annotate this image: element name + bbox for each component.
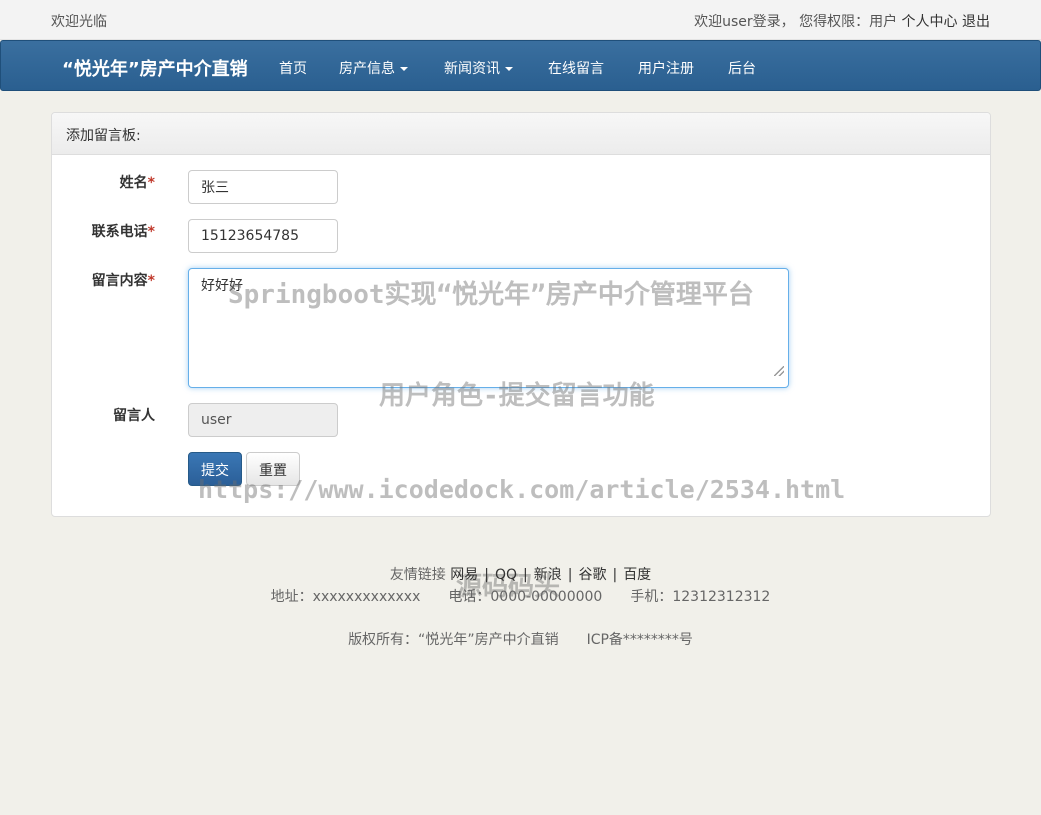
welcome-text: 欢迎光临 (51, 14, 107, 30)
footer-contact: 地址：xxxxxxxxxxxxx 电话：0000-00000000 手机：12312… (0, 586, 1041, 606)
footer-phone: 电话：0000-00000000 (448, 589, 603, 605)
site-brand[interactable]: “悦光年”房产中介直销 (62, 55, 248, 81)
author-field (188, 403, 338, 437)
nav-item-news-label: 新闻资讯 (444, 61, 500, 77)
login-info-text: 欢迎user登录， 您得权限：用户 (694, 14, 898, 30)
nav-item-home[interactable]: 首页 (279, 58, 307, 78)
panel-title: 添加留言板: (52, 113, 990, 155)
author-label: 留言人 (113, 408, 155, 424)
footer-link-google[interactable]: 谷歌 (578, 567, 606, 583)
footer-icp: ICP备********号 (586, 632, 693, 648)
nav-item-property[interactable]: 房产信息 (339, 58, 408, 78)
content-textarea[interactable]: 好好好 (188, 268, 789, 388)
footer-link-sina[interactable]: 新浪 (534, 567, 562, 583)
footer-links-label: 友情链接 (389, 567, 446, 583)
message-form-panel: 添加留言板: 姓名* 联系电话* 留言内容* 好好好 留言人 提交 重置 (51, 112, 991, 517)
main-navbar: “悦光年”房产中介直销 首页 房产信息 新闻资讯 在线留言 用户注册 后台 (0, 40, 1041, 91)
nav-item-admin[interactable]: 后台 (728, 58, 756, 78)
chevron-down-icon (505, 67, 513, 71)
footer-mobile: 手机：12312312312 (630, 589, 771, 605)
reset-button[interactable]: 重置 (246, 452, 300, 486)
name-label: 姓名* (119, 175, 155, 191)
submit-button[interactable]: 提交 (188, 452, 242, 486)
footer-copyright: 版权所有：“悦光年”房产中介直销 ICP备********号 (0, 629, 1041, 649)
top-bar: 欢迎光临 欢迎user登录， 您得权限：用户 个人中心 退出 (0, 0, 1041, 40)
footer-link-qq[interactable]: QQ (495, 567, 517, 583)
chevron-down-icon (400, 67, 408, 71)
user-info: 欢迎user登录， 您得权限：用户 个人中心 退出 (694, 11, 990, 31)
footer-address: 地址：xxxxxxxxxxxxx (270, 589, 421, 605)
profile-link[interactable]: 个人中心 (902, 14, 958, 30)
footer-links: 友情链接 网易 | QQ | 新浪 | 谷歌 | 百度 (389, 567, 652, 583)
phone-label: 联系电话* (91, 224, 155, 240)
content-label: 留言内容* (91, 273, 155, 289)
nav-item-message[interactable]: 在线留言 (548, 58, 604, 78)
nav-item-property-label: 房产信息 (339, 61, 395, 77)
resize-handle-icon[interactable] (774, 366, 784, 376)
footer-link-netease[interactable]: 网易 (450, 567, 478, 583)
footer-link-baidu[interactable]: 百度 (623, 567, 651, 583)
footer-copyright-text: 版权所有：“悦光年”房产中介直销 (348, 632, 559, 648)
logout-link[interactable]: 退出 (962, 14, 990, 30)
nav-item-register[interactable]: 用户注册 (638, 58, 694, 78)
nav-item-news[interactable]: 新闻资讯 (444, 58, 513, 78)
phone-field[interactable] (188, 219, 338, 253)
name-field[interactable] (188, 170, 338, 204)
